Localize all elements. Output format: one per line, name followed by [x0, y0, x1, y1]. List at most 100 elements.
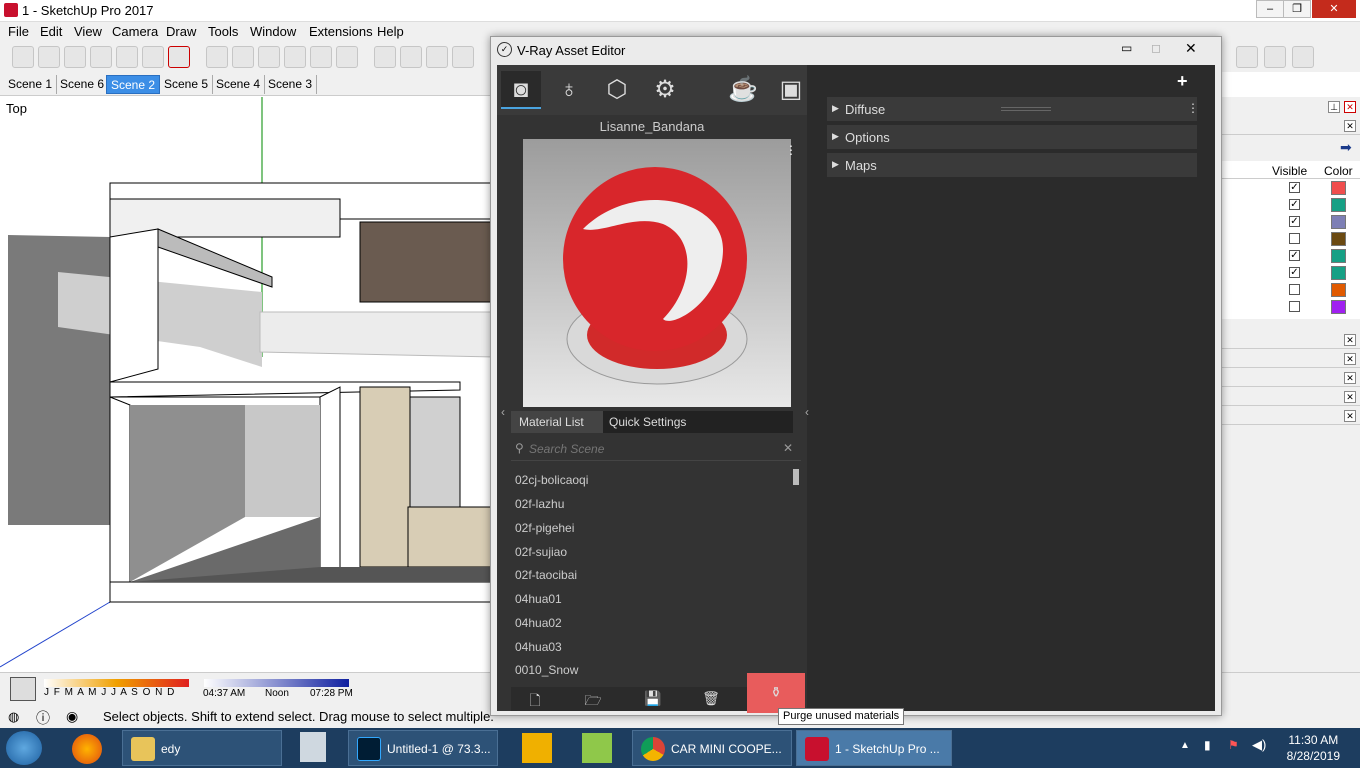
tool-13-icon[interactable] — [336, 46, 358, 68]
list-item[interactable]: 02cj-bolicaoqi — [515, 473, 588, 497]
geometry-tab-icon[interactable]: ⬡ — [597, 71, 637, 109]
add-button[interactable]: + — [1177, 71, 1188, 92]
menu-tools[interactable]: Tools — [208, 24, 238, 39]
layer-color-swatch[interactable] — [1331, 181, 1346, 195]
new-material-icon[interactable]: 🗋 — [525, 690, 545, 708]
tool-15-icon[interactable] — [400, 46, 422, 68]
tool-17-icon[interactable] — [452, 46, 474, 68]
open-file-icon[interactable]: 🗁 — [583, 690, 603, 708]
list-item[interactable]: 04hua02 — [515, 616, 562, 640]
list-scrollbar[interactable] — [793, 469, 799, 485]
panel-close-icon[interactable]: ✕ — [1344, 353, 1356, 365]
tray-close-icon[interactable]: ✕ — [1344, 101, 1356, 113]
layer-visible-checkbox[interactable] — [1289, 301, 1300, 312]
shadow-toggle-icon[interactable] — [10, 677, 36, 701]
render-teapot-icon[interactable]: ☕ — [723, 71, 763, 109]
tab-scene-4[interactable]: Scene 4 — [212, 75, 266, 94]
app-icon-2[interactable] — [582, 733, 612, 763]
tool-r3-icon[interactable] — [1292, 46, 1314, 68]
network-icon[interactable]: ▮ — [1204, 738, 1211, 752]
lights-tab-icon[interactable]: ♁ — [549, 71, 589, 109]
model-viewport[interactable]: Top — [0, 97, 495, 669]
month-slider[interactable] — [44, 679, 189, 687]
layer-color-swatch[interactable] — [1331, 249, 1346, 263]
layer-visible-checkbox[interactable] — [1289, 284, 1300, 295]
layer-visible-checkbox[interactable]: ✓ — [1289, 199, 1300, 210]
vray-maximize-button[interactable]: ◻ — [1151, 41, 1161, 55]
save-icon[interactable]: 💾 — [643, 690, 663, 708]
tool-5-icon[interactable] — [116, 46, 138, 68]
restore-button[interactable]: ❐ — [1283, 0, 1311, 18]
close-button[interactable]: ✕ — [1312, 0, 1356, 18]
drag-handle[interactable] — [1001, 107, 1051, 111]
preview-menu-icon[interactable]: ⋮ — [785, 143, 797, 157]
tool-1-icon[interactable] — [12, 46, 34, 68]
menu-edit[interactable]: Edit — [40, 24, 62, 39]
home-icon[interactable] — [258, 46, 280, 68]
menu-draw[interactable]: Draw — [166, 24, 196, 39]
minimize-button[interactable]: – — [1256, 0, 1284, 18]
tray-expand-icon[interactable]: ▲ — [1180, 740, 1190, 751]
settings-tab-icon[interactable]: ⚙ — [645, 71, 685, 109]
tab-material-list[interactable]: Material List — [511, 411, 603, 433]
tool-7-icon[interactable] — [168, 46, 190, 68]
layer-visible-checkbox[interactable]: ✓ — [1289, 182, 1300, 193]
tab-scene-5[interactable]: Scene 5 — [160, 75, 214, 94]
rollout-options[interactable]: ▶ Options — [827, 125, 1197, 149]
layer-color-swatch[interactable] — [1331, 283, 1346, 297]
tool-8-icon[interactable] — [206, 46, 228, 68]
panel-close-icon[interactable]: ✕ — [1344, 391, 1356, 403]
collapse-left-icon[interactable]: ‹ — [501, 405, 505, 419]
layers-menu-icon[interactable]: ➡ — [1340, 139, 1352, 156]
list-item[interactable]: 02f-sujiao — [515, 545, 567, 569]
tool-9-icon[interactable] — [232, 46, 254, 68]
clock[interactable]: 11:30 AM 8/28/2019 — [1287, 732, 1340, 764]
menu-help[interactable]: Help — [377, 24, 404, 39]
list-item[interactable]: 04hua01 — [515, 592, 562, 616]
layer-visible-checkbox[interactable]: ✓ — [1289, 250, 1300, 261]
menu-window[interactable]: Window — [250, 24, 296, 39]
layer-visible-checkbox[interactable]: ✓ — [1289, 267, 1300, 278]
list-item[interactable]: 02f-lazhu — [515, 497, 564, 521]
vray-close-button[interactable]: ✕ — [1185, 40, 1197, 57]
tool-16-icon[interactable] — [426, 46, 448, 68]
panel-close-icon[interactable]: ✕ — [1344, 372, 1356, 384]
tool-r1-icon[interactable] — [1236, 46, 1258, 68]
time-slider[interactable] — [204, 679, 349, 687]
tray-pin-icon[interactable]: ⊥ — [1328, 101, 1340, 113]
layer-visible-checkbox[interactable] — [1289, 233, 1300, 244]
clear-search-icon[interactable]: ✕ — [783, 441, 793, 455]
tab-quick-settings[interactable]: Quick Settings — [609, 415, 686, 429]
tool-r2-icon[interactable] — [1264, 46, 1286, 68]
panel-close-icon[interactable]: ✕ — [1344, 334, 1356, 346]
taskbar-photoshop[interactable]: Untitled-1 @ 73.3... — [348, 730, 498, 766]
menu-extensions[interactable]: Extensions — [309, 24, 373, 39]
taskbar-sketchup[interactable]: 1 - SketchUp Pro ... — [796, 730, 952, 766]
rollout-maps[interactable]: ▶ Maps — [827, 153, 1197, 177]
layer-color-swatch[interactable] — [1331, 232, 1346, 246]
tab-scene-1[interactable]: Scene 1 — [4, 75, 58, 94]
collapse-right-icon[interactable]: ‹ — [805, 405, 809, 419]
taskbar-chrome[interactable]: CAR MINI COOPE... — [632, 730, 792, 766]
menu-camera[interactable]: Camera — [112, 24, 158, 39]
firefox-icon[interactable] — [72, 734, 102, 764]
app-icon[interactable] — [522, 733, 552, 763]
taskbar-explorer[interactable]: edy — [122, 730, 282, 766]
tool-2-icon[interactable] — [38, 46, 60, 68]
volume-icon[interactable]: ◀) — [1252, 737, 1266, 753]
tab-scene-2[interactable]: Scene 2 — [106, 75, 161, 94]
layer-color-swatch[interactable] — [1331, 266, 1346, 280]
panel-close-icon[interactable]: ✕ — [1344, 410, 1356, 422]
menu-view[interactable]: View — [74, 24, 102, 39]
tool-11-icon[interactable] — [284, 46, 306, 68]
list-item[interactable]: 02f-pigehei — [515, 521, 574, 545]
search-input[interactable] — [529, 440, 769, 458]
vray-minimize-button[interactable]: ▭ — [1121, 41, 1132, 55]
tool-12-icon[interactable] — [310, 46, 332, 68]
materials-tab-icon[interactable]: ◙ — [501, 71, 541, 109]
panel-close-icon[interactable]: ✕ — [1344, 120, 1356, 132]
tool-6-icon[interactable] — [142, 46, 164, 68]
tool-3-icon[interactable] — [64, 46, 86, 68]
layer-color-swatch[interactable] — [1331, 300, 1346, 314]
tab-scene-3[interactable]: Scene 3 — [264, 75, 318, 94]
